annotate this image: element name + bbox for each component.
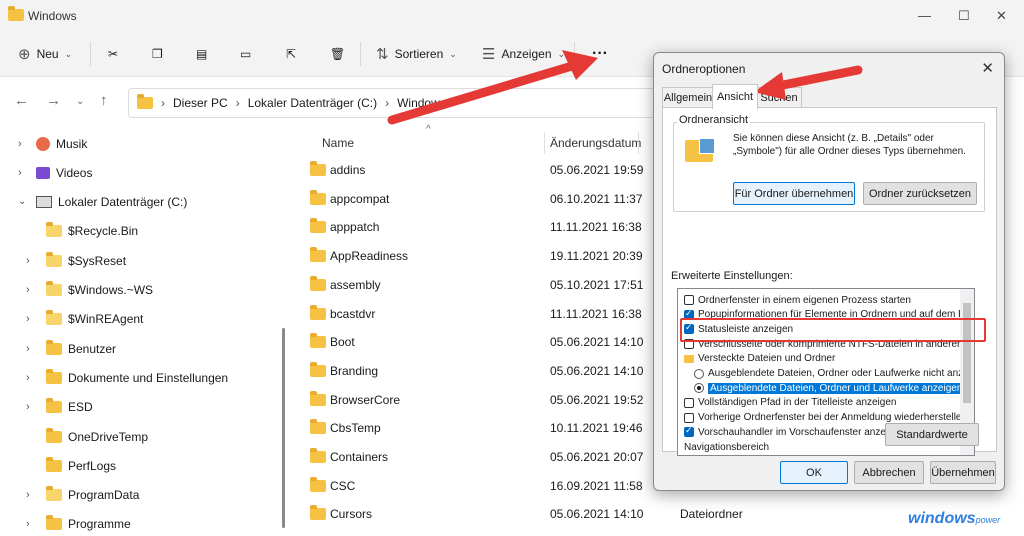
arrowhead	[754, 72, 786, 100]
brand-suffix: power	[975, 515, 1001, 525]
arrow-to-view-tab	[773, 65, 863, 91]
brand-logo: windowspower	[908, 510, 1000, 528]
tab-view[interactable]: Ansicht	[712, 84, 758, 109]
callout-arrows	[387, 50, 863, 125]
arrow-to-more-button	[387, 61, 577, 125]
brand-name: windows	[908, 510, 976, 527]
